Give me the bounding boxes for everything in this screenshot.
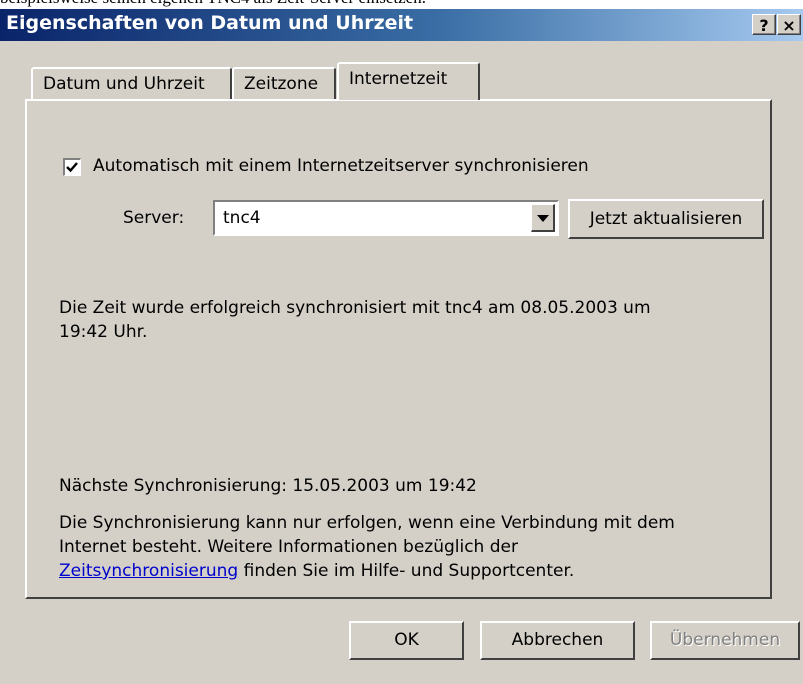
- update-now-button[interactable]: Jetzt aktualisieren: [568, 199, 764, 239]
- apply-button[interactable]: Übernehmen: [650, 621, 800, 660]
- info-line2: Internet besteht. Weitere Informationen …: [59, 537, 518, 557]
- page-caption: beispielsweise seinen eigenen TNC4 als Z…: [0, 0, 803, 8]
- cancel-button[interactable]: Abbrechen: [480, 621, 635, 660]
- info-line3: Zeitsynchronisierung finden Sie im Hilfe…: [59, 559, 574, 583]
- properties-dialog: Eigenschaften von Datum und Uhrzeit ? × …: [0, 9, 803, 684]
- help-button[interactable]: ?: [752, 14, 776, 35]
- sync-checkbox-label: Automatisch mit einem Internetzeitserver…: [93, 156, 589, 176]
- tab-internet-time-label: Internetzeit: [349, 69, 448, 89]
- sync-status-line1: Die Zeit wurde erfolgreich synchronisier…: [59, 298, 651, 318]
- sync-status-line2: 19:42 Uhr.: [59, 322, 148, 342]
- ok-button[interactable]: OK: [349, 621, 464, 660]
- internet-time-panel: Automatisch mit einem Internetzeitserver…: [25, 99, 772, 599]
- close-button[interactable]: ×: [777, 14, 801, 35]
- checkmark-icon: [66, 162, 78, 173]
- tab-date-time-label: Datum und Uhrzeit: [43, 74, 205, 94]
- server-value: tnc4: [223, 208, 261, 228]
- tab-timezone-label: Zeitzone: [244, 74, 319, 94]
- sync-checkbox[interactable]: [63, 158, 81, 176]
- info-line1: Die Synchronisierung kann nur erfolgen, …: [59, 513, 675, 533]
- tab-timezone[interactable]: Zeitzone: [232, 67, 336, 99]
- tab-internet-time[interactable]: Internetzeit: [337, 62, 480, 100]
- server-combobox[interactable]: tnc4: [213, 200, 559, 236]
- next-sync-text: Nächste Synchronisierung: 15.05.2003 um …: [59, 476, 477, 496]
- server-dropdown-button[interactable]: [531, 204, 555, 232]
- window-title: Eigenschaften von Datum und Uhrzeit: [6, 12, 414, 34]
- title-bar[interactable]: Eigenschaften von Datum und Uhrzeit ? ×: [0, 9, 803, 41]
- server-label: Server:: [123, 208, 185, 228]
- tab-date-time[interactable]: Datum und Uhrzeit: [31, 67, 232, 99]
- info-line3-rest: finden Sie im Hilfe- und Supportcenter.: [238, 561, 575, 581]
- chevron-down-icon: [537, 215, 549, 222]
- time-sync-help-link[interactable]: Zeitsynchronisierung: [59, 561, 238, 581]
